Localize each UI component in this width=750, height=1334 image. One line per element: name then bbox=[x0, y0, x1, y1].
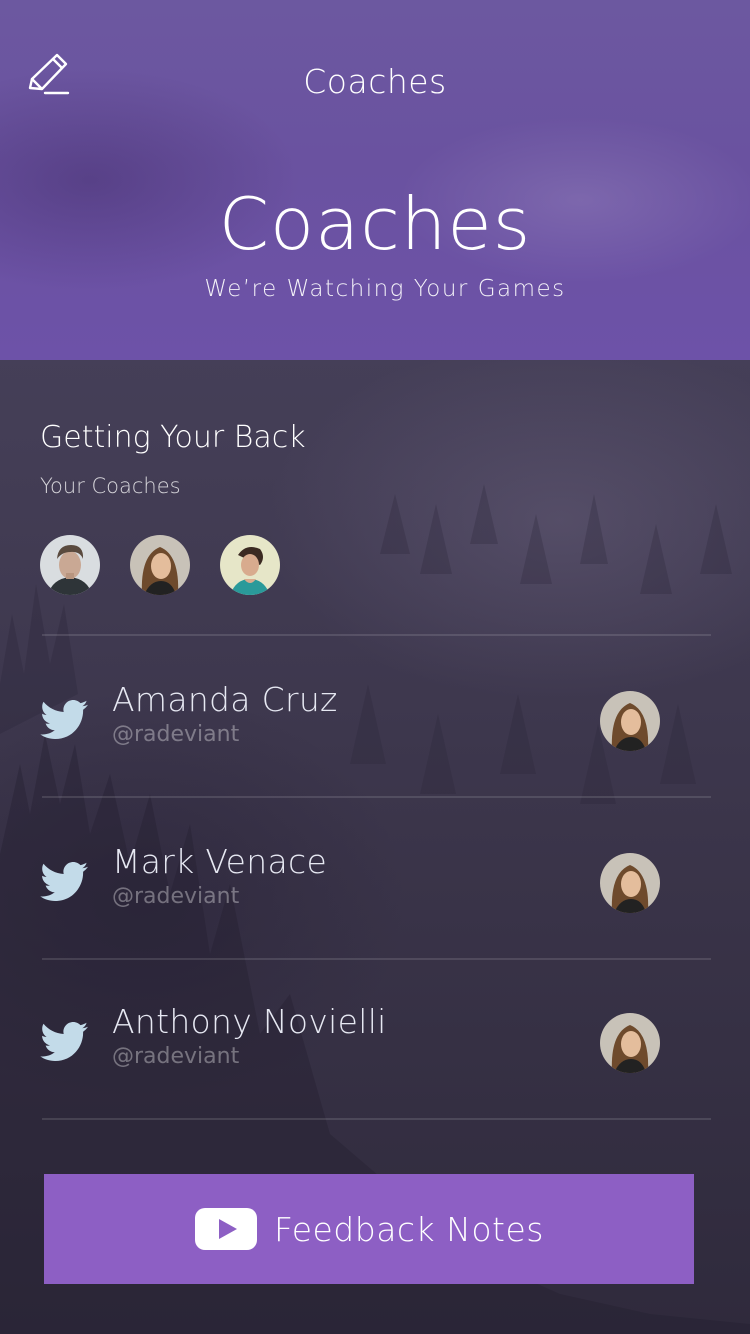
coach-list-item[interactable]: Amanda Cruz @radeviant bbox=[0, 636, 750, 796]
coach-avatar-woman-looking-down[interactable] bbox=[220, 535, 280, 595]
coach-handle[interactable]: @radeviant bbox=[112, 722, 239, 747]
section-subtitle: Your Coaches bbox=[40, 474, 181, 498]
twitter-icon bbox=[40, 1022, 88, 1061]
page-title: Coaches bbox=[218, 182, 532, 266]
play-icon bbox=[195, 1208, 258, 1250]
coach-avatar-woman[interactable] bbox=[130, 535, 190, 595]
coach-list-item[interactable]: Mark Venace @radeviant bbox=[0, 798, 750, 958]
header-banner: Coaches Coaches We’re Watching Your Game… bbox=[0, 0, 750, 360]
header-background-image bbox=[0, 0, 750, 360]
coach-list-item[interactable]: Anthony Novielli @radeviant bbox=[0, 960, 750, 1120]
coach-avatar-man[interactable] bbox=[40, 535, 100, 595]
coach-name: Amanda Cruz bbox=[112, 680, 338, 719]
coach-avatar bbox=[600, 1013, 660, 1073]
feedback-notes-label: Feedback Notes bbox=[274, 1209, 544, 1249]
twitter-icon bbox=[40, 700, 88, 739]
nav-title: Coaches bbox=[303, 62, 447, 101]
twitter-icon bbox=[40, 862, 88, 901]
coach-avatar bbox=[600, 853, 660, 913]
coach-avatar-row bbox=[40, 535, 280, 595]
coach-avatar bbox=[600, 691, 660, 751]
page-subtitle: We’re Watching Your Games bbox=[204, 276, 566, 302]
coach-name: Anthony Novielli bbox=[112, 1002, 387, 1041]
coach-name: Mark Venace bbox=[112, 842, 328, 881]
coach-handle[interactable]: @radeviant bbox=[112, 1044, 239, 1069]
divider bbox=[42, 1118, 711, 1120]
section-title: Getting Your Back bbox=[40, 420, 306, 455]
coach-handle[interactable]: @radeviant bbox=[112, 884, 239, 909]
feedback-notes-button[interactable]: Feedback Notes bbox=[44, 1174, 694, 1284]
